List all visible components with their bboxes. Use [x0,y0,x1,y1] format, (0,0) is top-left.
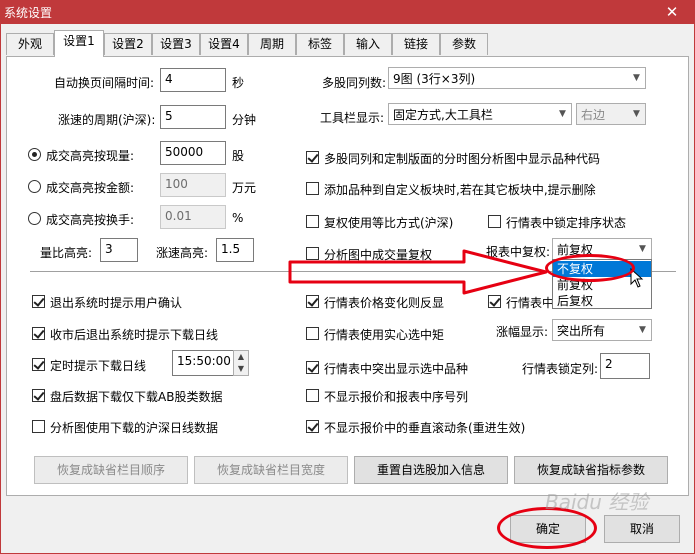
hidden-option-label: 行情表中 [506,296,555,310]
annotation-arrow-icon [288,249,548,295]
hl-turnover-label: 成交高亮按换手: [46,213,135,227]
spin-up-icon[interactable]: ▲ [234,351,248,363]
rise-value: 突出所有 [557,324,606,338]
auto-page-label: 自动换页间隔时间: [54,76,155,90]
chevron-down-icon: ▼ [639,325,646,335]
price-change-label: 行情表价格变化则反显 [324,296,445,310]
chevron-down-icon: ▼ [633,109,640,119]
speed-hl-label: 涨速高亮: [156,246,209,260]
hl-amount-radio[interactable] [28,180,41,193]
highlight-selected-checkbox[interactable] [306,361,319,374]
toolbar-label: 工具栏显示: [320,111,385,125]
tab-period[interactable]: 周期 [248,33,296,55]
chevron-down-icon: ▼ [559,109,566,119]
exit-confirm-checkbox[interactable] [32,295,45,308]
toolbar-value: 固定方式,大工具栏 [393,108,493,122]
tab-settings1[interactable]: 设置1 [54,30,104,57]
tab-labels[interactable]: 标签 [296,33,344,55]
downloaded-daily-checkbox[interactable] [32,420,45,433]
show-code-label: 多股同列和定制版面的分时图分析图中显示品种代码 [324,152,601,166]
close-download-checkbox[interactable] [32,327,45,340]
hl-volume-unit: 股 [232,149,245,163]
tab-settings3[interactable]: 设置3 [152,33,200,55]
hl-amount-label: 成交高亮按金额: [46,181,135,195]
solid-box-label: 行情表使用实心选中矩 [324,328,445,342]
adjust-value: 前复权 [557,243,594,257]
lock-sort-checkbox[interactable] [488,215,501,228]
hl-volume-label: 成交高亮按现量: [46,149,135,163]
toolbar-position-select[interactable]: 右边 ▼ [576,103,646,125]
auto-page-unit: 秒 [232,76,245,90]
tab-settings4[interactable]: 设置4 [200,33,248,55]
hl-turnover-input[interactable]: 0.01 [160,205,226,229]
highlight-selected-label: 行情表中突出显示选中品种 [324,362,469,376]
hl-turnover-unit: % [232,211,244,225]
rise-label: 涨幅显示: [496,325,549,339]
tab-input[interactable]: 输入 [344,33,392,55]
no-seq-label: 不显示报价和报表中序号列 [324,390,469,404]
multi-cols-label: 多股同列数: [322,76,387,90]
lock-sort-label: 行情表中锁定排序状态 [506,216,627,230]
cancel-button[interactable]: 取消 [604,515,680,543]
prompt-delete-checkbox[interactable] [306,182,319,195]
ok-button[interactable]: 确定 [510,515,586,543]
window-title: 系统设置 [4,6,53,20]
spin-down-icon[interactable]: ▼ [234,363,248,375]
toolbar-position-value: 右边 [581,108,606,122]
title-bar[interactable]: 系统设置 ✕ [0,0,695,24]
downloaded-daily-label: 分析图使用下载的沪深日线数据 [50,421,219,435]
ab-only-checkbox[interactable] [32,389,45,402]
solid-box-checkbox[interactable] [306,327,319,340]
chevron-down-icon: ▼ [633,73,640,83]
lock-cols-input[interactable]: 2 [600,353,650,379]
speed-period-unit: 分钟 [232,113,257,127]
timed-download-checkbox[interactable] [32,358,45,371]
ab-only-label: 盘后数据下载仅下载AB股类数据 [50,390,223,404]
price-change-checkbox[interactable] [306,295,319,308]
multi-cols-select[interactable]: 9图 (3行×3列) ▼ [388,67,646,89]
tab-settings2[interactable]: 设置2 [104,33,152,55]
multi-cols-value: 9图 (3行×3列) [393,72,476,86]
no-seq-checkbox[interactable] [306,389,319,402]
tab-params[interactable]: 参数 [440,33,488,55]
vol-ratio-label: 量比高亮: [40,246,93,260]
hidden-option-checkbox[interactable] [488,295,501,308]
adjust-option-backward[interactable]: 后复权 [553,293,651,309]
speed-period-input[interactable]: 5 [160,105,226,129]
prompt-delete-label: 添加品种到自定义板块时,若在其它板块中,提示删除 [324,183,596,197]
hl-volume-input[interactable]: 50000 [160,141,226,165]
tab-links[interactable]: 链接 [392,33,440,55]
adjust-select[interactable]: 前复权 ▼ [552,238,652,260]
reset-self-stock-button[interactable]: 重置自选股加入信息 [354,456,508,484]
no-scroll-label: 不显示报价中的垂直滚动条(重进生效) [324,421,526,435]
toolbar-select[interactable]: 固定方式,大工具栏 ▼ [388,103,572,125]
close-icon[interactable]: ✕ [649,0,695,24]
mouse-cursor-icon [630,268,644,288]
equal-ratio-label: 复权使用等比方式(沪深) [324,216,454,230]
chevron-down-icon: ▼ [639,244,646,254]
hl-amount-input[interactable]: 100 [160,173,226,197]
restore-indicator-button[interactable]: 恢复成缺省指标参数 [514,456,668,484]
show-code-checkbox[interactable] [306,151,319,164]
speed-hl-input[interactable]: 1.5 [216,238,254,262]
auto-page-input[interactable]: 4 [160,68,226,92]
speed-period-label: 涨速的周期(沪深): [58,113,156,127]
hl-turnover-radio[interactable] [28,212,41,225]
restore-width-button[interactable]: 恢复成缺省栏目宽度 [194,456,348,484]
no-scroll-checkbox[interactable] [306,420,319,433]
vol-ratio-input[interactable]: 3 [100,238,138,262]
timed-download-label: 定时提示下载日线 [50,359,147,373]
time-spinner[interactable]: ▲ ▼ [233,350,249,376]
rise-select[interactable]: 突出所有 ▼ [552,319,652,341]
equal-ratio-checkbox[interactable] [306,215,319,228]
restore-order-button[interactable]: 恢复成缺省栏目顺序 [34,456,188,484]
tab-appearance[interactable]: 外观 [6,33,54,55]
hl-amount-unit: 万元 [232,181,257,195]
timed-download-input[interactable]: 15:50:00 [172,350,234,376]
hl-volume-radio[interactable] [28,148,41,161]
lock-cols-label: 行情表锁定列: [522,362,599,376]
close-download-label: 收市后退出系统时提示下载日线 [50,328,219,342]
exit-confirm-label: 退出系统时提示用户确认 [50,296,183,310]
